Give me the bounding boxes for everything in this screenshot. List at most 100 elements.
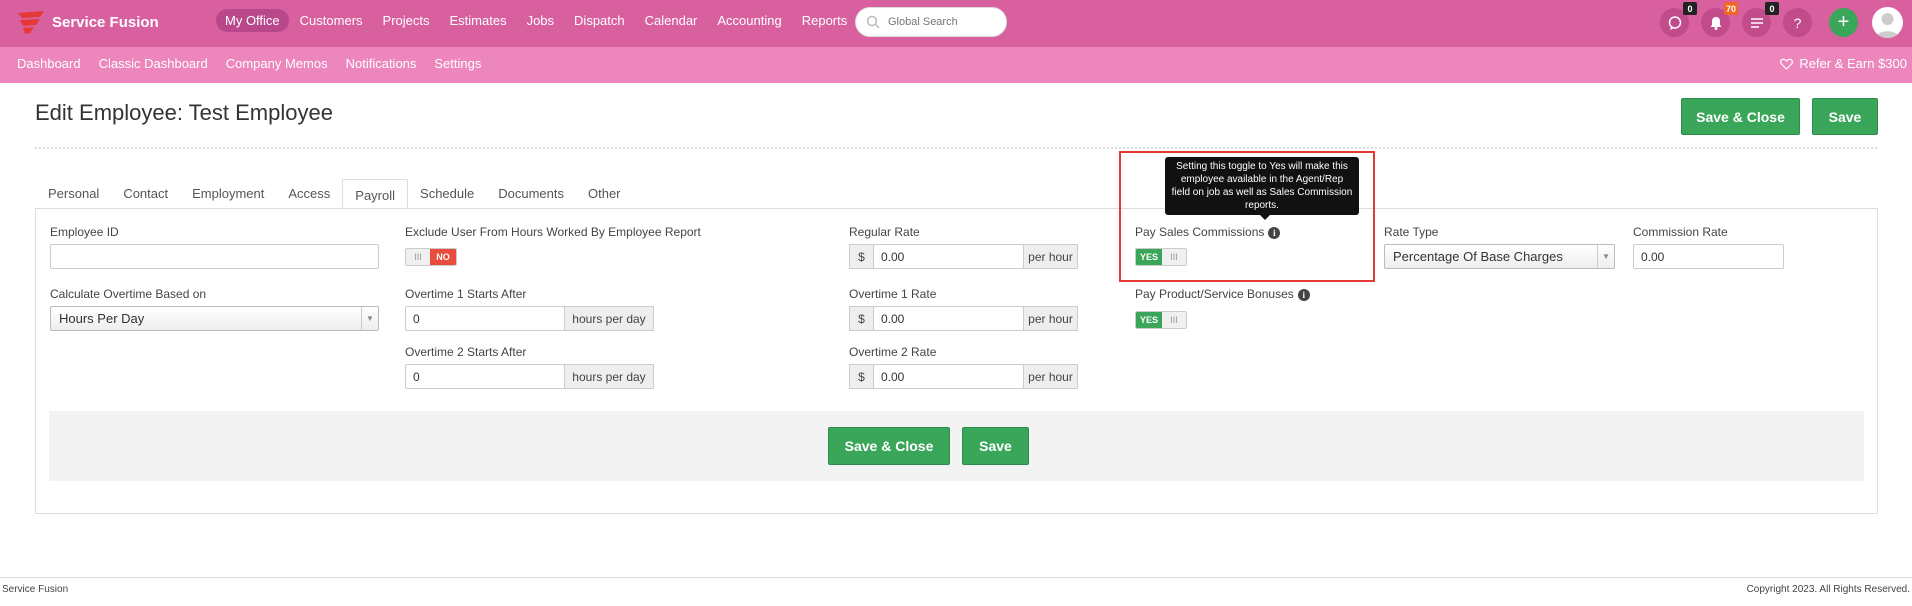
nav-reports[interactable]: Reports <box>793 9 857 32</box>
page-title: Edit Employee: Test Employee <box>35 100 333 125</box>
rate-type-select[interactable]: Percentage Of Base Charges ▼ <box>1384 244 1615 269</box>
save-button-top[interactable]: Save <box>1812 98 1878 135</box>
tab-payroll[interactable]: Payroll <box>342 179 409 210</box>
list-icon <box>1750 17 1763 28</box>
refer-link[interactable]: Refer & Earn $300 <box>1780 56 1907 71</box>
calc-overtime-value: Hours Per Day <box>59 311 145 326</box>
toggle-grip: III <box>1162 312 1186 328</box>
nav-estimates[interactable]: Estimates <box>441 9 516 32</box>
ot1-hours-addon: hours per day <box>564 306 654 331</box>
main-nav: My Office Customers Projects Estimates J… <box>216 9 858 32</box>
sub-nav: Dashboard Classic Dashboard Company Memo… <box>8 56 490 71</box>
search-icon <box>866 15 880 29</box>
user-avatar-icon <box>1876 13 1899 38</box>
ot1-starts-input[interactable]: 0 <box>405 306 565 331</box>
chat-icon <box>1668 15 1681 30</box>
commission-rate-input[interactable]: 0.00 <box>1633 244 1784 269</box>
regular-rate-label: Regular Rate <box>849 225 920 239</box>
subnav-settings[interactable]: Settings <box>425 56 490 71</box>
ot2-rate-input[interactable]: 0.00 <box>873 364 1024 389</box>
save-close-button-bottom[interactable]: Save & Close <box>828 427 950 465</box>
regular-rate-currency: $ <box>849 244 874 269</box>
list-badge: 0 <box>1765 2 1779 15</box>
tab-employment[interactable]: Employment <box>180 178 276 209</box>
calc-overtime-select[interactable]: Hours Per Day ▼ <box>50 306 379 331</box>
global-search[interactable] <box>855 7 1007 37</box>
ot2-starts-input[interactable]: 0 <box>405 364 565 389</box>
regular-rate-input[interactable]: 0.00 <box>873 244 1024 269</box>
save-close-button-top[interactable]: Save & Close <box>1681 98 1800 135</box>
pay-product-bonuses-toggle[interactable]: YES III <box>1135 311 1187 329</box>
rate-type-value: Percentage Of Base Charges <box>1393 249 1563 264</box>
sub-navbar: Dashboard Classic Dashboard Company Memo… <box>0 47 1912 83</box>
tab-schedule[interactable]: Schedule <box>408 178 486 209</box>
ot1-rate-unit: per hour <box>1023 306 1078 331</box>
chevron-down-icon: ▼ <box>1597 245 1614 268</box>
brand-logo[interactable]: Service Fusion <box>14 9 159 35</box>
footer-brand: Service Fusion <box>2 584 69 595</box>
highlight-box <box>1119 151 1375 282</box>
chat-button[interactable]: 0 <box>1660 2 1697 37</box>
page-footer <box>0 577 1912 606</box>
nav-customers[interactable]: Customers <box>291 9 372 32</box>
nav-calendar[interactable]: Calendar <box>636 9 707 32</box>
tasks-button[interactable]: 0 <box>1742 2 1779 37</box>
subnav-classic-dashboard[interactable]: Classic Dashboard <box>90 56 217 71</box>
tab-documents[interactable]: Documents <box>486 178 576 209</box>
employee-id-label: Employee ID <box>50 225 119 239</box>
save-button-bottom[interactable]: Save <box>962 427 1029 465</box>
nav-projects[interactable]: Projects <box>374 9 439 32</box>
calc-overtime-label: Calculate Overtime Based on <box>50 287 207 301</box>
pay-product-bonuses-label: Pay Product/Service Bonuses i <box>1135 287 1310 301</box>
help-button[interactable]: ? <box>1783 8 1812 37</box>
ot1-starts-label: Overtime 1 Starts After <box>405 287 527 301</box>
refer-label: Refer & Earn $300 <box>1799 56 1907 71</box>
brand-name: Service Fusion <box>52 13 159 31</box>
nav-my-office[interactable]: My Office <box>216 9 289 32</box>
search-input[interactable] <box>888 16 998 28</box>
info-icon[interactable]: i <box>1297 288 1310 301</box>
nav-dispatch[interactable]: Dispatch <box>565 9 634 32</box>
chevron-down-icon: ▼ <box>361 307 378 330</box>
tab-personal[interactable]: Personal <box>36 178 111 209</box>
bell-icon <box>1710 16 1721 30</box>
ot2-hours-addon: hours per day <box>564 364 654 389</box>
plus-icon: + <box>1837 11 1850 33</box>
employee-id-input[interactable] <box>50 244 379 269</box>
subnav-company-memos[interactable]: Company Memos <box>217 56 337 71</box>
tab-other[interactable]: Other <box>576 178 633 209</box>
top-navbar: Service Fusion My Office Customers Proje… <box>0 0 1912 47</box>
ot2-rate-currency: $ <box>849 364 874 389</box>
avatar[interactable] <box>1872 7 1903 38</box>
subnav-notifications[interactable]: Notifications <box>337 56 426 71</box>
form-actions <box>49 411 1864 481</box>
heart-icon <box>1780 58 1794 70</box>
help-icon: ? <box>1793 14 1802 31</box>
divider <box>35 147 1877 149</box>
toggle-no-label: NO <box>430 249 456 265</box>
service-fusion-logo-icon <box>18 11 44 34</box>
bell-badge: 70 <box>1723 2 1738 15</box>
commission-rate-label: Commission Rate <box>1633 225 1728 239</box>
exclude-user-label: Exclude User From Hours Worked By Employ… <box>405 225 701 239</box>
subnav-dashboard[interactable]: Dashboard <box>8 56 90 71</box>
ot1-rate-currency: $ <box>849 306 874 331</box>
pay-product-bonuses-text: Pay Product/Service Bonuses <box>1135 287 1294 301</box>
tab-access[interactable]: Access <box>276 178 342 209</box>
ot2-rate-label: Overtime 2 Rate <box>849 345 937 359</box>
toggle-yes-label: YES <box>1136 312 1162 328</box>
nav-accounting[interactable]: Accounting <box>708 9 790 32</box>
footer-copyright: Copyright 2023. All Rights Reserved. <box>1746 584 1910 595</box>
ot2-starts-label: Overtime 2 Starts After <box>405 345 527 359</box>
ot1-rate-label: Overtime 1 Rate <box>849 287 937 301</box>
add-button[interactable]: + <box>1829 8 1858 37</box>
ot2-rate-unit: per hour <box>1023 364 1078 389</box>
tab-contact[interactable]: Contact <box>111 178 180 209</box>
exclude-user-toggle[interactable]: III NO <box>405 248 457 266</box>
toggle-grip: III <box>406 249 430 265</box>
rate-type-label: Rate Type <box>1384 225 1439 239</box>
nav-jobs[interactable]: Jobs <box>518 9 563 32</box>
ot1-rate-input[interactable]: 0.00 <box>873 306 1024 331</box>
notifications-button[interactable]: 70 <box>1701 2 1738 37</box>
regular-rate-unit: per hour <box>1023 244 1078 269</box>
